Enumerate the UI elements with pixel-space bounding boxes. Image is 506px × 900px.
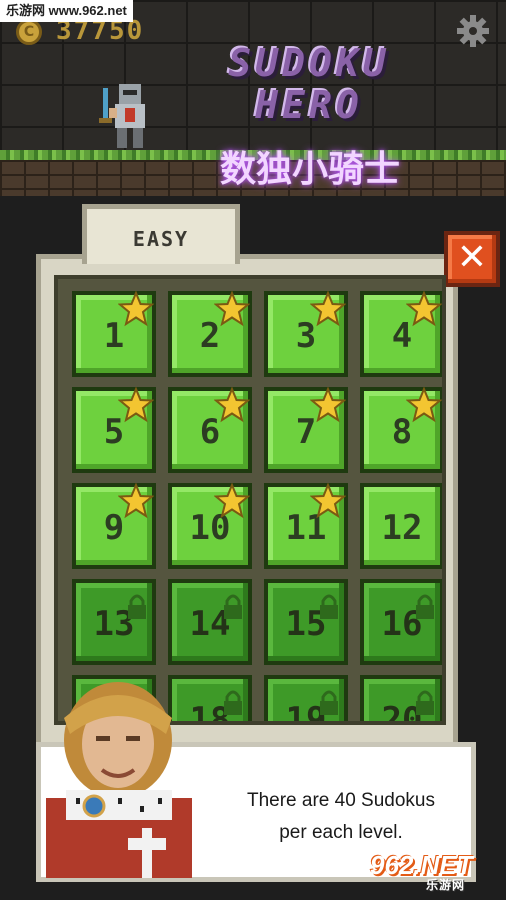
level-grid: 1234567891011121314151617181920	[54, 275, 446, 725]
lock-icon	[320, 594, 338, 619]
gear-icon[interactable]	[456, 14, 490, 48]
level-button[interactable]: 10	[168, 483, 252, 569]
level-button[interactable]: 12	[360, 483, 442, 569]
star-icon	[118, 483, 154, 519]
lock-icon	[128, 594, 146, 619]
level-button[interactable]: 2	[168, 291, 252, 377]
star-icon	[118, 291, 154, 327]
close-button[interactable]: ✕	[444, 231, 500, 287]
star-icon	[310, 483, 346, 519]
game-title: SUDOKU HERO	[228, 41, 390, 127]
level-button[interactable]: 3	[264, 291, 348, 377]
difficulty-tab-label: EASY	[132, 227, 190, 251]
level-button[interactable]: 15	[264, 579, 348, 665]
star-icon	[118, 387, 154, 423]
brand-logo-subtitle: 乐游网	[426, 878, 466, 892]
level-button[interactable]: 1	[72, 291, 156, 377]
level-button[interactable]: 20	[360, 675, 442, 721]
level-button[interactable]: 5	[72, 387, 156, 473]
lock-icon	[320, 690, 338, 715]
knight-sprite	[99, 84, 145, 148]
level-button[interactable]: 16	[360, 579, 442, 665]
level-button[interactable]: 8	[360, 387, 442, 473]
level-number: 12	[381, 508, 423, 548]
star-icon	[214, 291, 250, 327]
level-button[interactable]: 7	[264, 387, 348, 473]
hero-portrait	[46, 682, 192, 878]
star-icon	[214, 387, 250, 423]
lock-icon	[416, 690, 434, 715]
level-button[interactable]: 14	[168, 579, 252, 665]
star-icon	[214, 483, 250, 519]
lock-icon	[416, 594, 434, 619]
level-button[interactable]: 4	[360, 291, 442, 377]
level-button[interactable]: 11	[264, 483, 348, 569]
level-button[interactable]: 9	[72, 483, 156, 569]
level-button[interactable]: 19	[264, 675, 348, 721]
lock-icon	[224, 690, 242, 715]
star-icon	[406, 387, 442, 423]
coin-icon: C	[16, 19, 42, 45]
hint-line-2: per each level.	[279, 822, 403, 843]
star-icon	[310, 387, 346, 423]
lock-icon	[224, 594, 242, 619]
level-button[interactable]: 13	[72, 579, 156, 665]
hint-text: There are 40 Sudokus per each level.	[231, 785, 451, 849]
star-icon	[406, 291, 442, 327]
hint-line-1: There are 40 Sudokus	[246, 790, 435, 811]
level-button[interactable]: 6	[168, 387, 252, 473]
game-title-chinese: 数独小骑士	[219, 149, 400, 190]
star-icon	[310, 291, 346, 327]
site-watermark: 乐游网 www.962.net	[0, 0, 133, 22]
difficulty-tab[interactable]: EASY	[82, 204, 240, 264]
